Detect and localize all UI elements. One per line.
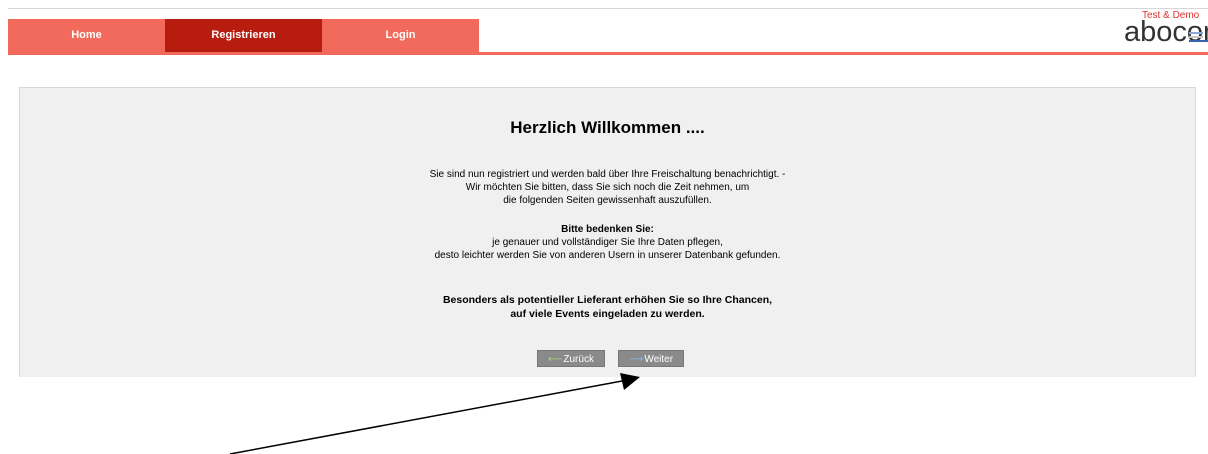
pointer-arrow-annotation bbox=[229, 373, 640, 454]
